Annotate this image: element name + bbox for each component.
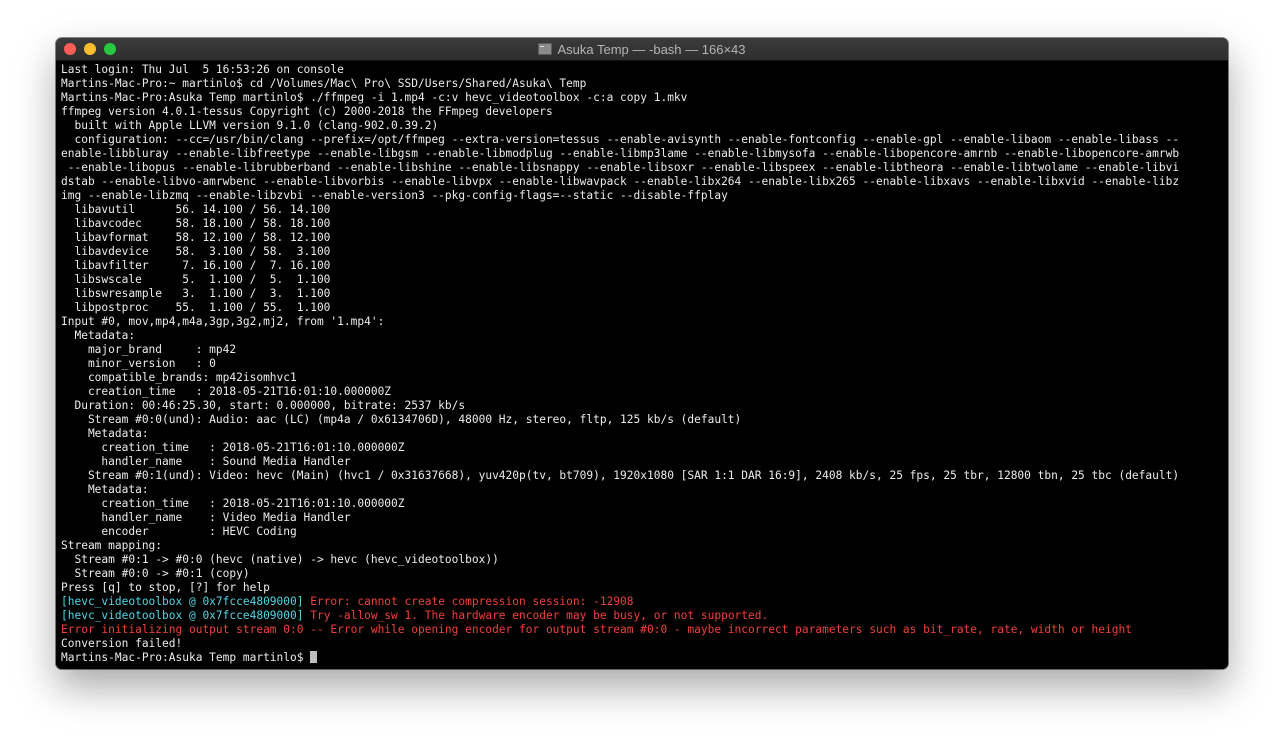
terminal-line: libpostproc 55. 1.100 / 55. 1.100 — [61, 301, 331, 314]
title-bar[interactable]: Asuka Temp — -bash — 166×43 — [56, 38, 1228, 61]
terminal-line: libavfilter 7. 16.100 / 7. 16.100 — [61, 259, 331, 272]
shell-prompt: Martins-Mac-Pro:Asuka Temp martinlo$ — [61, 651, 311, 664]
terminal-line: Duration: 00:46:25.30, start: 0.000000, … — [61, 399, 466, 412]
error-message: Error: cannot create compression session… — [310, 595, 634, 608]
text-cursor — [310, 651, 318, 663]
terminal-line: Stream #0:0 -> #0:1 (copy) — [61, 567, 250, 580]
terminal-window[interactable]: Asuka Temp — -bash — 166×43 Last login: … — [56, 38, 1228, 669]
terminal-line: handler_name : Sound Media Handler — [61, 455, 351, 468]
terminal-line: Metadata: — [61, 483, 149, 496]
terminal-line: Metadata: — [61, 427, 149, 440]
terminal-line: Input #0, mov,mp4,m4a,3gp,3g2,mj2, from … — [61, 315, 385, 328]
terminal-line: Last login: Thu Jul 5 16:53:26 on consol… — [61, 63, 344, 76]
prompt-line[interactable]: Martins-Mac-Pro:Asuka Temp martinlo$ — [61, 651, 1228, 665]
terminal-line: Metadata: — [61, 329, 136, 342]
terminal-line: --enable-libopus --enable-librubberband … — [61, 161, 1180, 174]
terminal-line: compatible_brands: mp42isomhvc1 — [61, 371, 297, 384]
error-init-line: Error initializing output stream 0:0 -- … — [61, 623, 1132, 636]
terminal-line: built with Apple LLVM version 9.1.0 (cla… — [61, 119, 439, 132]
terminal-line: Stream mapping: — [61, 539, 163, 552]
terminal-line: Stream #0:1 -> #0:0 (hevc (native) -> he… — [61, 553, 499, 566]
error-line-2: [hevc_videotoolbox @ 0x7fcce4809000] Try… — [61, 609, 1228, 623]
terminal-line: encoder : HEVC Coding — [61, 525, 297, 538]
terminal-line: libavformat 58. 12.100 / 58. 12.100 — [61, 231, 331, 244]
terminal-line: Martins-Mac-Pro:Asuka Temp martinlo$ ./f… — [61, 91, 688, 104]
terminal-line: libavdevice 58. 3.100 / 58. 3.100 — [61, 245, 331, 258]
terminal-output[interactable]: Last login: Thu Jul 5 16:53:26 on consol… — [56, 61, 1228, 669]
terminal-line: Press [q] to stop, [?] for help — [61, 581, 270, 594]
terminal-line: configuration: --cc=/usr/bin/clang --pre… — [61, 133, 1180, 146]
terminal-line: creation_time : 2018-05-21T16:01:10.0000… — [61, 497, 405, 510]
terminal-line: enable-libbluray --enable-libfreetype --… — [61, 147, 1180, 160]
window-title: Asuka Temp — -bash — 166×43 — [557, 41, 746, 57]
terminal-line: dstab --enable-libvo-amrwbenc --enable-l… — [61, 175, 1180, 188]
terminal-line: Stream #0:1(und): Video: hevc (Main) (hv… — [61, 469, 1180, 482]
terminal-line: Martins-Mac-Pro:~ martinlo$ cd /Volumes/… — [61, 77, 587, 90]
terminal-line: Stream #0:0(und): Audio: aac (LC) (mp4a … — [61, 413, 742, 426]
terminal-line: creation_time : 2018-05-21T16:01:10.0000… — [61, 441, 405, 454]
terminal-line: libswscale 5. 1.100 / 5. 1.100 — [61, 273, 331, 286]
terminal-line: ffmpeg version 4.0.1-tessus Copyright (c… — [61, 105, 553, 118]
terminal-lines: Last login: Thu Jul 5 16:53:26 on consol… — [61, 63, 1228, 595]
terminal-line: libavutil 56. 14.100 / 56. 14.100 — [61, 203, 331, 216]
terminal-line: creation_time : 2018-05-21T16:01:10.0000… — [61, 385, 392, 398]
terminal-line: img --enable-libzmq --enable-libzvbi --e… — [61, 189, 728, 202]
error-message: Try -allow_sw 1. The hardware encoder ma… — [310, 609, 769, 622]
terminal-line: major_brand : mp42 — [61, 343, 237, 356]
window-title-wrap: Asuka Temp — -bash — 166×43 — [56, 38, 1228, 60]
terminal-line: handler_name : Video Media Handler — [61, 511, 351, 524]
conversion-failed-line: Conversion failed! — [61, 637, 183, 650]
error-line-1: [hevc_videotoolbox @ 0x7fcce4809000] Err… — [61, 595, 1228, 609]
folder-icon — [538, 43, 553, 55]
error-source: [hevc_videotoolbox @ 0x7fcce4809000] — [61, 609, 311, 622]
error-source: [hevc_videotoolbox @ 0x7fcce4809000] — [61, 595, 311, 608]
terminal-line: minor_version : 0 — [61, 357, 216, 370]
terminal-line: libswresample 3. 1.100 / 3. 1.100 — [61, 287, 331, 300]
terminal-line: libavcodec 58. 18.100 / 58. 18.100 — [61, 217, 331, 230]
